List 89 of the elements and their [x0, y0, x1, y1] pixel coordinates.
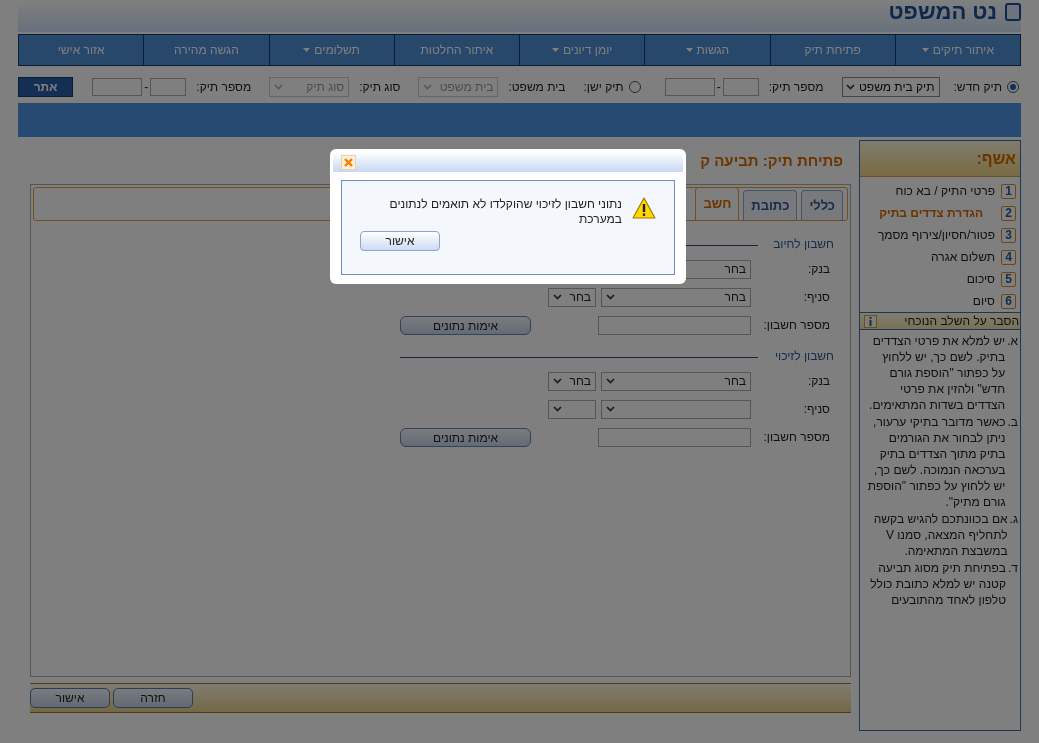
site-title: נט המשפט	[888, 0, 997, 25]
field-label: בנק:	[806, 261, 831, 278]
close-button[interactable]	[341, 154, 356, 170]
nav-tab[interactable]: הגשות	[644, 35, 770, 65]
radio-label: תיק חדש:	[953, 79, 1002, 96]
nav-tab[interactable]: איתור החלטות	[393, 35, 519, 65]
radio-button[interactable]	[628, 81, 641, 93]
chevron-icon	[606, 406, 615, 412]
help-text: בפתיחת תיק מסוג תביעה קטנה יש למלא כתובת כולל טלפון לאחד מהתובעים	[869, 560, 1006, 608]
field-label: מספר חשבון:	[762, 317, 831, 334]
close-icon	[344, 157, 353, 167]
field-label: סניף:	[802, 401, 831, 418]
chevron-icon	[846, 84, 855, 90]
field-label: מספר תיק:	[768, 79, 824, 96]
step-number: 6	[1001, 293, 1016, 309]
dropdown-field[interactable]: תיק בית משפט	[841, 77, 940, 97]
field-label: מספר חשבון:	[762, 429, 831, 446]
tab[interactable]: כתובת	[743, 190, 798, 220]
help-text: אם בכוונתכם להגיש בקשה לתחליף המצאה, סמנו V במשבצת המתאימה.	[872, 511, 1008, 559]
chevron-icon	[606, 294, 615, 300]
field-label: מספר תיק:	[196, 79, 252, 96]
radio-label: תיק ישן:	[583, 79, 624, 96]
list-marker: ג.	[1009, 511, 1018, 528]
caret-icon	[921, 48, 929, 52]
input-field[interactable]	[92, 78, 143, 96]
dash-separator: -	[716, 79, 721, 96]
ok-button[interactable]: אישור	[360, 231, 440, 251]
nav-tab[interactable]: איתור תיקים	[894, 35, 1020, 65]
help-text: יש למלא את פרטי הצדדים בתיק. לשם כך, יש ללחוץ על כפתור "הוספת גורם חדש" ולהזין את פרטי הצדדים בשדות המתאימים.	[868, 333, 1006, 413]
step-number: 4	[1001, 249, 1016, 265]
footer-button[interactable]: חזרה	[113, 688, 193, 708]
logo-icon	[1005, 3, 1021, 21]
wizard-title: אשף:	[976, 148, 1016, 169]
nav-tab[interactable]: יומן דיונים	[519, 35, 645, 65]
search-button[interactable]: אתר	[18, 77, 73, 97]
field-label: סניף:	[802, 289, 831, 306]
tab[interactable]: כללי	[801, 190, 843, 220]
chevron-icon	[553, 406, 562, 412]
section-legend: חשבון לחיוב	[764, 235, 834, 253]
chevron-icon	[553, 294, 562, 300]
dropdown-field[interactable]: בחר	[601, 287, 751, 307]
dropdown-field[interactable]	[548, 399, 596, 419]
radio-button[interactable]	[1007, 81, 1019, 93]
nav-tab[interactable]: פתיחת תיק	[769, 35, 895, 65]
wizard-step[interactable]: תשלום אגרה	[930, 248, 995, 266]
list-marker: ד.	[1008, 560, 1018, 577]
footer-button[interactable]: אישור	[30, 688, 110, 708]
step-number: 1	[1001, 183, 1016, 199]
caret-icon	[685, 48, 693, 52]
section-legend: חשבון לזיכוי	[764, 347, 834, 365]
step-number: 5	[1001, 271, 1016, 287]
verify-button[interactable]: אימות נתונים	[400, 315, 532, 335]
field-label: סוג תיק:	[359, 79, 401, 96]
wizard-step[interactable]: סיכום	[966, 270, 995, 288]
help-title: הסבר על השלב הנוכחי	[904, 313, 1020, 330]
dash-separator: -	[144, 79, 149, 96]
chevron-icon	[553, 378, 562, 384]
help-text: כאשר מדובר בתיקי ערעור, ניתן לבחור את הגורמים בתיק מתוך הצדדים בתיק בערכאה הנמוכה. לשם כך, יש ללחוץ על כפתור "הוספת גורם מתיק".	[866, 414, 1006, 510]
alert-message: נתוני חשבון לזיכוי שהוקלדו לא תואמים לנתונים במערכת	[388, 197, 622, 227]
dropdown-field[interactable]: בחר	[548, 371, 596, 391]
nav-tab[interactable]: אזור אישי	[19, 35, 144, 65]
tab[interactable]: חשב	[695, 187, 740, 220]
wizard-step[interactable]: פרטי התיק / בא כוח	[895, 182, 995, 200]
field-label: בית משפט:	[508, 79, 566, 96]
warning-icon	[632, 197, 656, 219]
wizard-step[interactable]: הגדרת צדדים בתיק	[879, 204, 983, 222]
step-number: 2	[1001, 205, 1016, 221]
chevron-icon	[606, 378, 615, 384]
field-label: בנק:	[806, 373, 831, 390]
info-icon[interactable]	[864, 314, 877, 328]
input-field[interactable]	[150, 78, 187, 96]
input-field[interactable]	[722, 78, 759, 96]
nav-tab[interactable]: הגשה מהירה	[143, 35, 269, 65]
page-title: פתיחת תיק: תביעה ק	[700, 151, 843, 171]
dropdown-field[interactable]	[601, 399, 751, 419]
caret-icon	[303, 48, 311, 52]
verify-button[interactable]: אימות נתונים	[400, 427, 532, 447]
caret-icon	[551, 48, 559, 52]
wizard-step[interactable]: סיום	[972, 292, 995, 310]
nav-tab[interactable]: תשלומים	[268, 35, 394, 65]
list-marker: ב.	[1007, 414, 1018, 431]
step-number: 3	[1001, 227, 1016, 243]
wizard-step[interactable]: פטור/חסיון/צירוף מסמך	[877, 226, 995, 244]
input-field[interactable]	[598, 427, 751, 447]
dropdown-field[interactable]: בחר	[601, 371, 751, 391]
dropdown-field[interactable]: בחר	[548, 287, 596, 307]
list-marker: א.	[1007, 333, 1018, 350]
input-field[interactable]	[598, 315, 751, 335]
input-field[interactable]	[664, 78, 715, 96]
